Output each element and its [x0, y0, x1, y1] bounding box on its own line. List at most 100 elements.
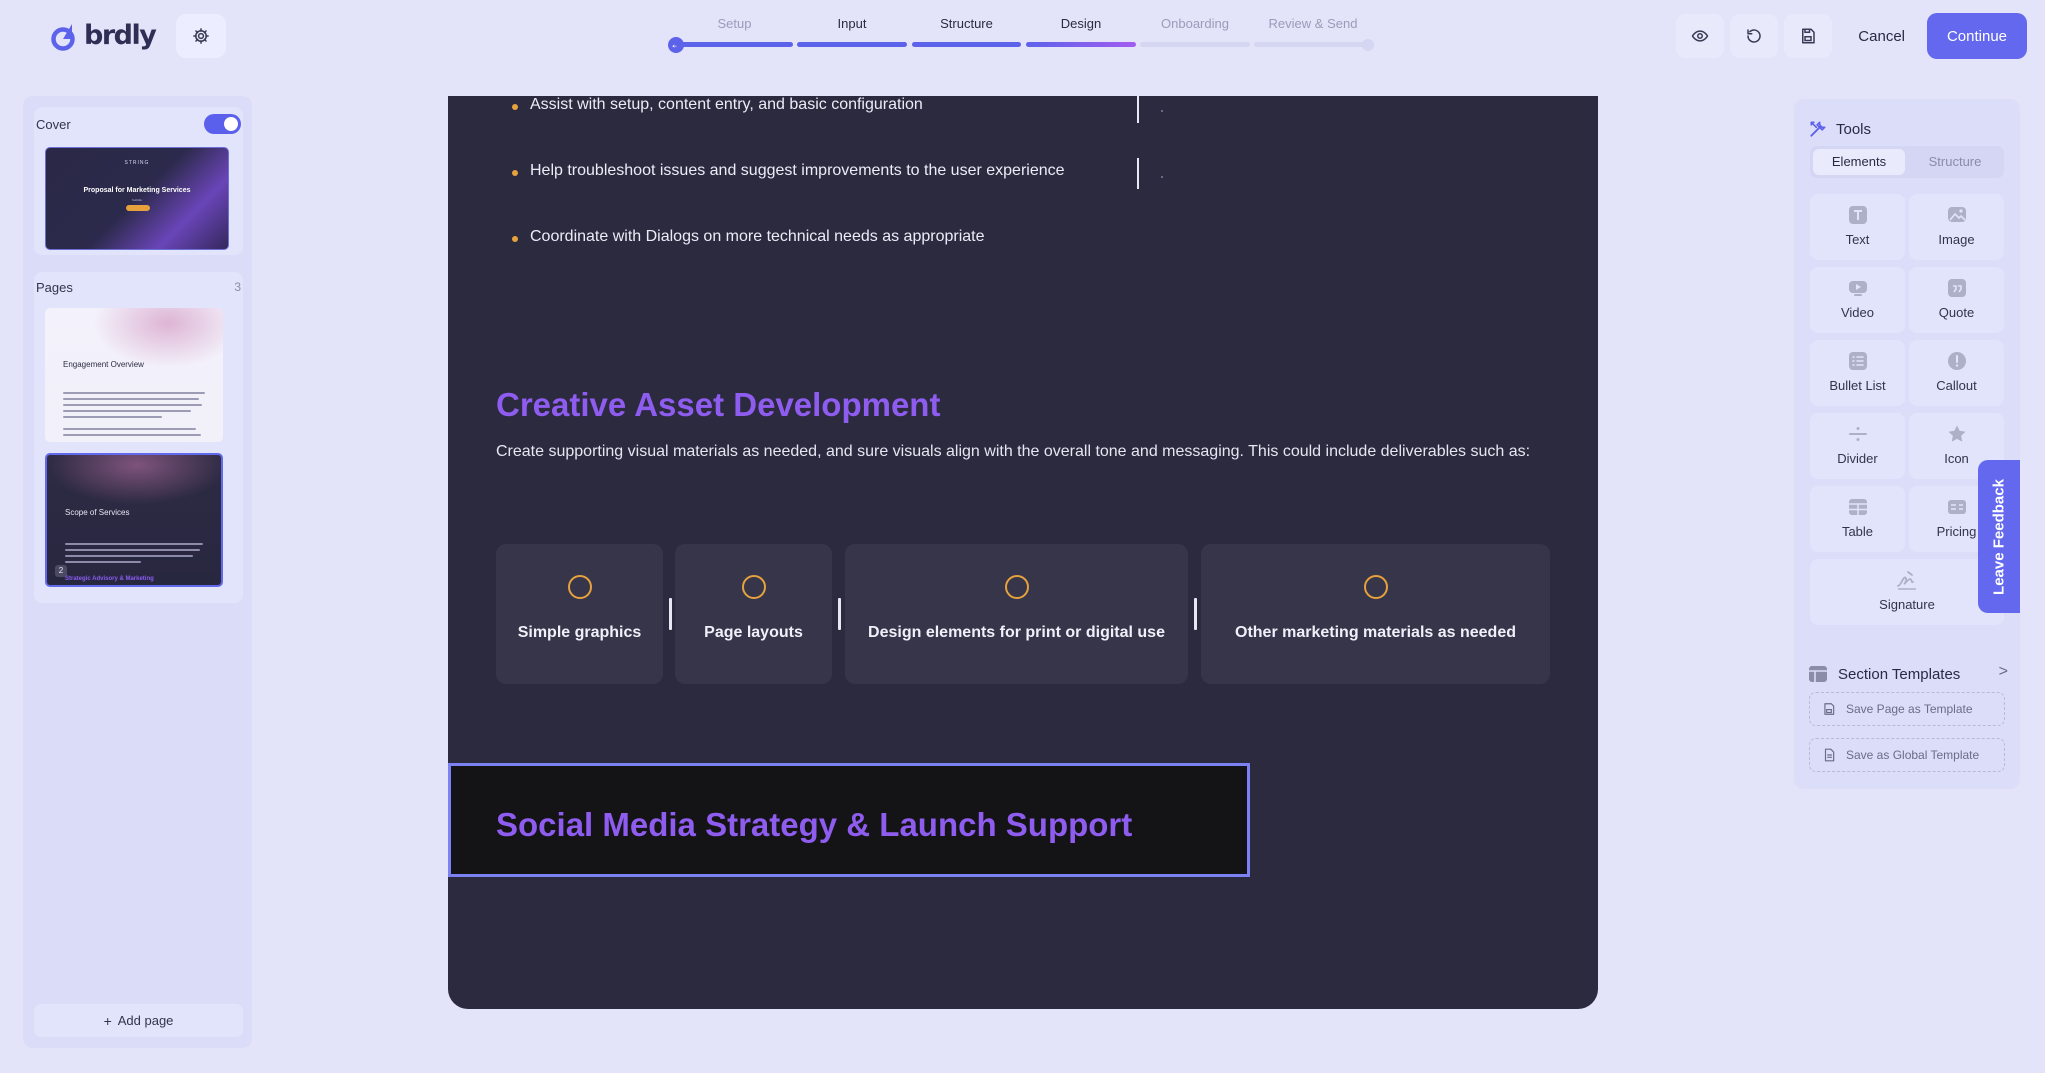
save-icon	[1824, 703, 1835, 715]
column-divider	[1137, 96, 1139, 123]
step-progress-bar	[797, 42, 907, 47]
page-thumb-text-lines	[63, 392, 205, 440]
element-label: Text	[1845, 232, 1870, 247]
section-heading[interactable]: Creative Asset Development	[496, 386, 940, 424]
save-button[interactable]	[1784, 14, 1833, 58]
document-icon	[1824, 748, 1835, 762]
plus-icon: +	[103, 1012, 112, 1029]
bullet-text: Coordinate with Dialogs on more technica…	[530, 228, 985, 245]
cover-thumb-button	[126, 205, 150, 211]
step-onboarding[interactable]: Onboarding	[1140, 14, 1250, 47]
tools-header: Tools	[1808, 119, 1871, 139]
section-heading[interactable]: Social Media Strategy & Launch Support	[496, 806, 1132, 844]
quote-icon	[1946, 277, 1968, 299]
save-page-template-button[interactable]: Save Page as Template	[1809, 692, 2005, 726]
preview-button[interactable]	[1676, 14, 1725, 58]
element-label: Table	[1841, 524, 1874, 539]
page-thumb-title: Scope of Services	[65, 508, 130, 517]
step-label: Structure	[940, 16, 993, 31]
deliverable-card-label: Page layouts	[704, 624, 803, 641]
element-text[interactable]: Text	[1810, 194, 1905, 260]
element-label: Image	[1938, 232, 1975, 247]
deliverable-card[interactable]: Other marketing materials as needed	[1201, 544, 1550, 684]
circle-icon	[567, 575, 592, 599]
signature-icon	[1896, 569, 1918, 591]
continue-button[interactable]: Continue	[1927, 13, 2027, 59]
template-icon	[1809, 666, 1827, 682]
tab-elements[interactable]: Elements	[1813, 149, 1905, 175]
card-divider	[669, 598, 672, 630]
element-label: Bullet List	[1829, 378, 1886, 393]
element-label: Callout	[1936, 378, 1977, 393]
cancel-button[interactable]: Cancel	[1842, 14, 1921, 58]
callout-icon	[1946, 350, 1968, 372]
deliverable-card[interactable]: Simple graphics	[496, 544, 663, 684]
step-structure[interactable]: Structure	[912, 14, 1021, 47]
element-bullet-list[interactable]: Bullet List	[1810, 340, 1905, 406]
deliverable-card[interactable]: Page layouts	[675, 544, 832, 684]
tools-title: Tools	[1836, 120, 1872, 138]
circle-icon	[741, 575, 766, 599]
tools-icon	[1810, 121, 1826, 137]
element-video[interactable]: Video	[1810, 267, 1905, 333]
element-image[interactable]: Image	[1909, 194, 2004, 260]
save-page-template-label: Save Page as Template	[1846, 702, 1973, 716]
marker-dot	[1161, 176, 1163, 178]
element-callout[interactable]: Callout	[1909, 340, 2004, 406]
bullet-dot-icon	[512, 170, 518, 176]
pricing-icon	[1946, 496, 1968, 518]
cover-label: Cover	[36, 117, 71, 132]
cover-section: Cover STRING Proposal for Marketing Serv…	[34, 107, 243, 255]
tab-structure[interactable]: Structure	[1909, 149, 2001, 175]
element-signature[interactable]: Signature	[1810, 559, 2004, 625]
leave-feedback-tab[interactable]: Leave Feedback	[1978, 460, 2020, 613]
element-quote[interactable]: Quote	[1909, 267, 2004, 333]
save-global-template-label: Save as Global Template	[1846, 748, 1980, 762]
bullet-text: Assist with setup, content entry, and ba…	[530, 96, 923, 113]
page-canvas[interactable]: Assist with setup, content entry, and ba…	[448, 96, 1598, 1009]
element-table[interactable]: Table	[1810, 486, 1905, 552]
image-icon	[1946, 204, 1968, 226]
page-thumbnail-selected[interactable]: Scope of Services 2 Strategic Advisory &…	[45, 453, 223, 587]
bullet-list-icon	[1847, 350, 1869, 372]
chevron-right-icon[interactable]: >	[1999, 663, 2008, 681]
step-review-send[interactable]: Review & Send	[1254, 14, 1372, 47]
undo-button[interactable]	[1730, 14, 1779, 58]
leave-feedback-label: Leave Feedback	[1990, 478, 2008, 595]
column-divider	[1137, 158, 1139, 189]
save-global-template-button[interactable]: Save as Global Template	[1809, 738, 2005, 772]
deliverable-card-label: Simple graphics	[517, 624, 642, 641]
table-icon	[1847, 496, 1869, 518]
page-thumbnail[interactable]: Engagement Overview	[45, 308, 223, 442]
page-thumb-title: Engagement Overview	[63, 360, 144, 369]
add-page-button[interactable]: + Add page	[34, 1004, 243, 1037]
step-progress-bar	[1254, 42, 1372, 47]
element-divider[interactable]: Divider	[1810, 413, 1905, 479]
logo-mark-icon	[51, 24, 75, 51]
step-progress-bar	[676, 42, 793, 47]
step-setup[interactable]: Setup	[676, 14, 793, 47]
section-paragraph[interactable]: Create supporting visual materials as ne…	[496, 439, 1556, 465]
page-thumb-text-lines	[65, 543, 203, 567]
cover-toggle[interactable]	[204, 114, 241, 134]
step-input[interactable]: Input	[797, 14, 907, 47]
settings-button[interactable]	[176, 14, 226, 58]
deliverable-card-label: Other marketing materials as needed	[1235, 624, 1516, 641]
deliverable-card[interactable]: Design elements for print or digital use	[845, 544, 1188, 684]
card-divider	[1194, 598, 1197, 630]
save-icon	[1802, 28, 1816, 44]
video-icon	[1847, 277, 1869, 299]
cover-thumbnail[interactable]: STRING Proposal for Marketing Services S…	[45, 147, 229, 250]
deliverable-card-label: Design elements for print or digital use	[868, 624, 1165, 641]
selected-heading-block[interactable]: Social Media Strategy & Launch Support	[448, 763, 1250, 877]
tools-tabs: Elements Structure	[1810, 146, 2004, 178]
element-label: Divider	[1837, 451, 1878, 466]
bullet-dot-icon	[512, 104, 518, 110]
bullet-text: Help troubleshoot issues and suggest imp…	[530, 162, 1065, 179]
pages-sidebar: Cover STRING Proposal for Marketing Serv…	[23, 96, 252, 1048]
step-label: Review & Send	[1268, 16, 1358, 31]
app-logo[interactable]: brdly	[50, 18, 157, 52]
section-templates-header[interactable]: Section Templates	[1808, 664, 1960, 684]
step-design[interactable]: Design	[1026, 14, 1136, 47]
top-bar: brdly ← Setup Input Structure Design Onb…	[0, 0, 2045, 72]
